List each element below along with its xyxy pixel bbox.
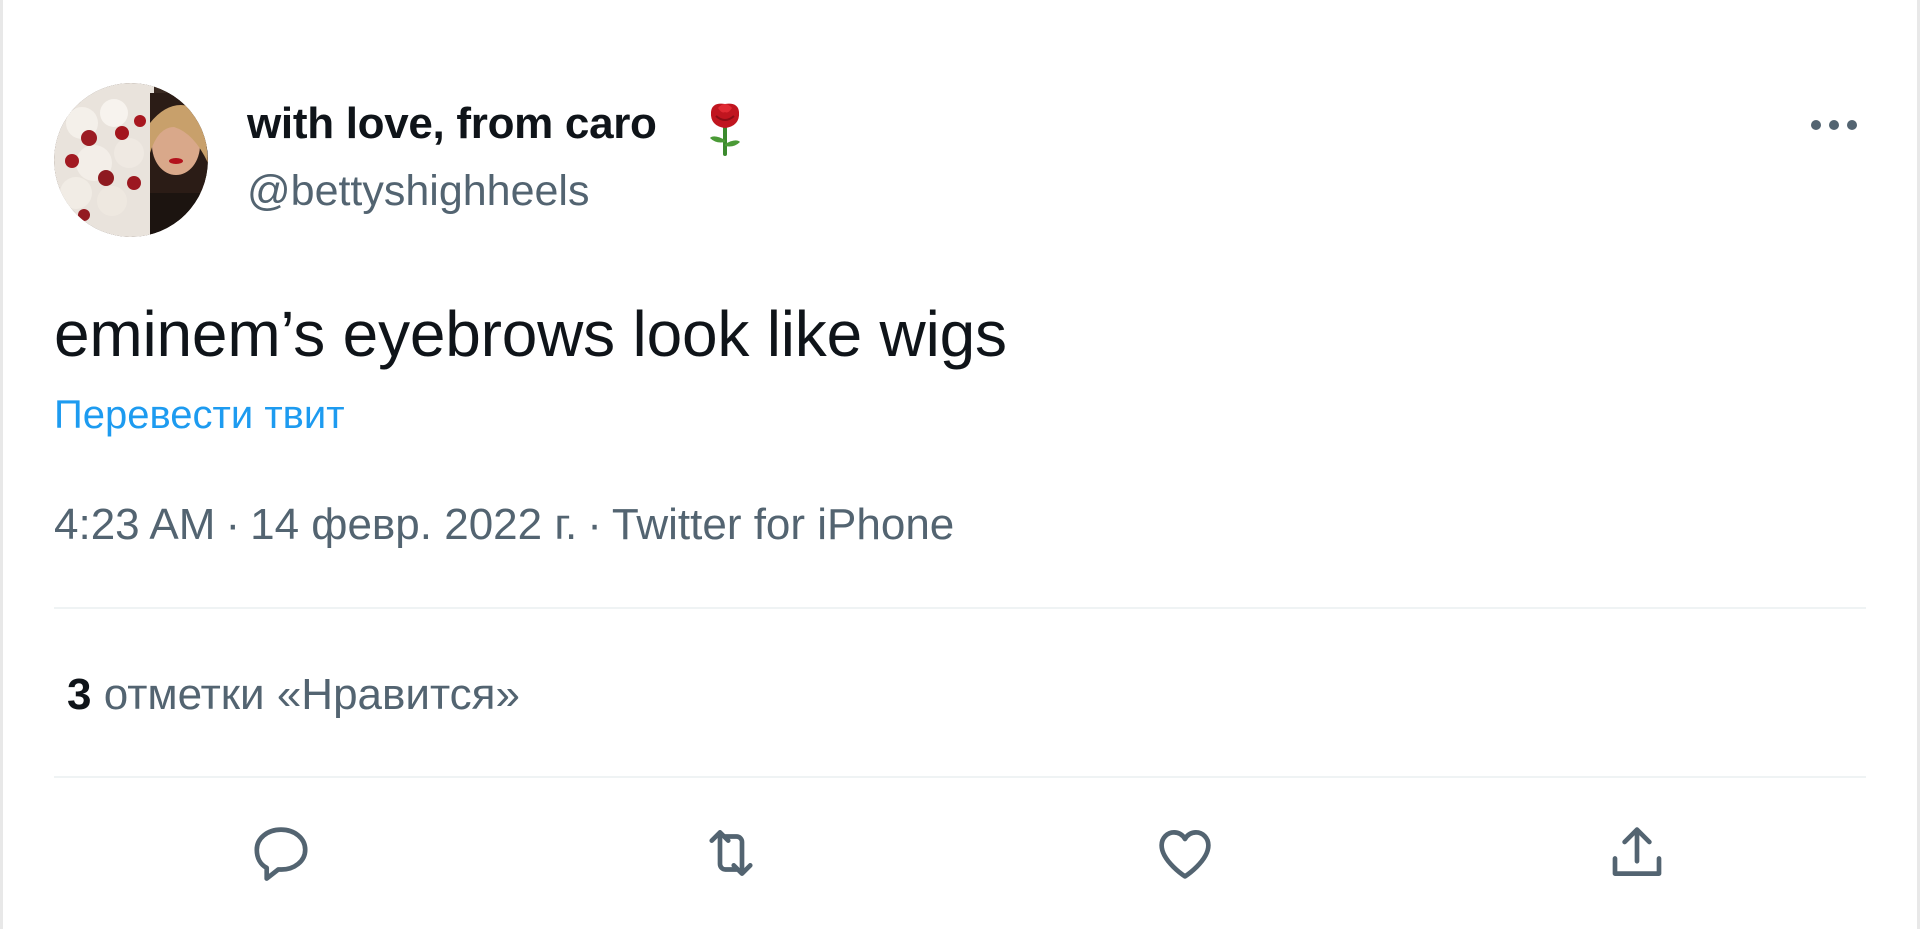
tweet-time[interactable]: 4:23 AM (54, 500, 215, 549)
reply-button[interactable] (248, 820, 314, 886)
likes-label: отметки «Нравится» (103, 670, 520, 719)
window-left-border (0, 0, 3, 929)
tweet-date[interactable]: 14 февр. 2022 г. (250, 500, 577, 549)
meta-separator: · (225, 500, 241, 549)
avatar-image (54, 83, 208, 237)
author-handle[interactable]: @bettyshighheels (247, 165, 589, 217)
meta-separator: · (587, 500, 602, 549)
author-display-name[interactable]: with love, from caro (247, 98, 657, 150)
heart-icon (1159, 830, 1211, 879)
likes-count: 3 (67, 670, 92, 719)
divider (54, 607, 1866, 609)
tweet-source[interactable]: Twitter for iPhone (612, 500, 954, 549)
translate-tweet-link[interactable]: Перевести твит (54, 390, 345, 440)
tweet-text: eminem’s eyebrows look like wigs (54, 298, 1007, 370)
likes-count-link[interactable]: 3 отметки «Нравится» (67, 668, 520, 722)
avatar[interactable] (54, 83, 208, 237)
share-button[interactable] (1604, 820, 1670, 886)
like-button[interactable] (1152, 820, 1218, 886)
tweet-metadata: 4:23 AM · 14 февр. 2022 г. · Twitter for iPh… (54, 498, 954, 552)
retweet-icon (709, 830, 753, 876)
share-icon (1612, 827, 1662, 876)
retweet-button[interactable] (698, 820, 764, 886)
reply-icon (254, 827, 308, 881)
more-dots-icon[interactable] (1806, 110, 1862, 140)
divider (54, 776, 1866, 778)
rose-emoji (702, 98, 748, 156)
